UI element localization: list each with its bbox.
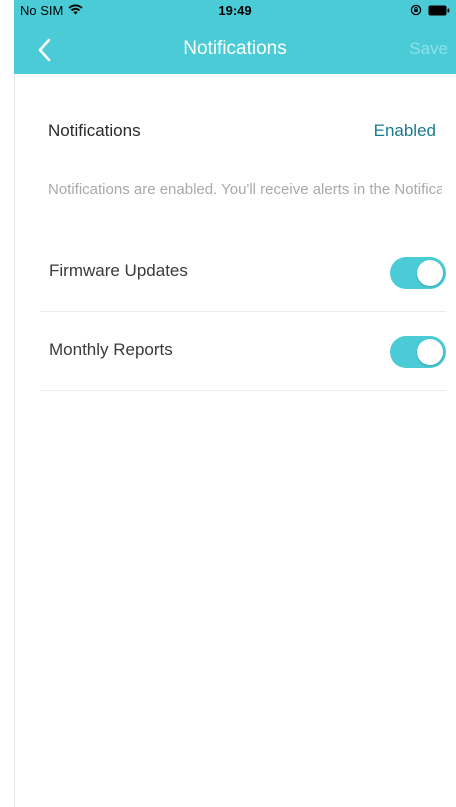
notifications-label: Notifications bbox=[48, 121, 141, 140]
setting-label: Monthly Reports bbox=[49, 340, 173, 359]
page-title: Notifications bbox=[183, 38, 287, 59]
toggle-knob bbox=[417, 260, 443, 286]
nav-bar: Notifications Save bbox=[14, 28, 456, 74]
setting-row-monthly-reports: Monthly Reports bbox=[40, 312, 446, 391]
battery-icon bbox=[428, 4, 450, 19]
edge-divider bbox=[14, 74, 15, 807]
status-right bbox=[410, 4, 450, 19]
save-button[interactable]: Save bbox=[409, 39, 448, 59]
notifications-status[interactable]: Enabled bbox=[374, 121, 436, 141]
setting-row-firmware-updates: Firmware Updates bbox=[40, 233, 446, 312]
status-bar: No SIM 19:49 bbox=[14, 0, 456, 22]
notifications-description: Notifications are enabled. You'll receiv… bbox=[48, 181, 442, 198]
orientation-lock-icon bbox=[410, 4, 422, 19]
monthly-reports-toggle[interactable] bbox=[390, 336, 446, 368]
setting-label: Firmware Updates bbox=[49, 261, 188, 280]
firmware-updates-toggle[interactable] bbox=[390, 257, 446, 289]
screen: No SIM 19:49 Notifications Save Notifica… bbox=[0, 0, 456, 807]
toggle-knob bbox=[417, 339, 443, 365]
notifications-row: Notifications Enabled bbox=[48, 118, 436, 144]
status-time: 19:49 bbox=[218, 3, 252, 18]
header: No SIM 19:49 Notifications Save bbox=[14, 0, 456, 74]
